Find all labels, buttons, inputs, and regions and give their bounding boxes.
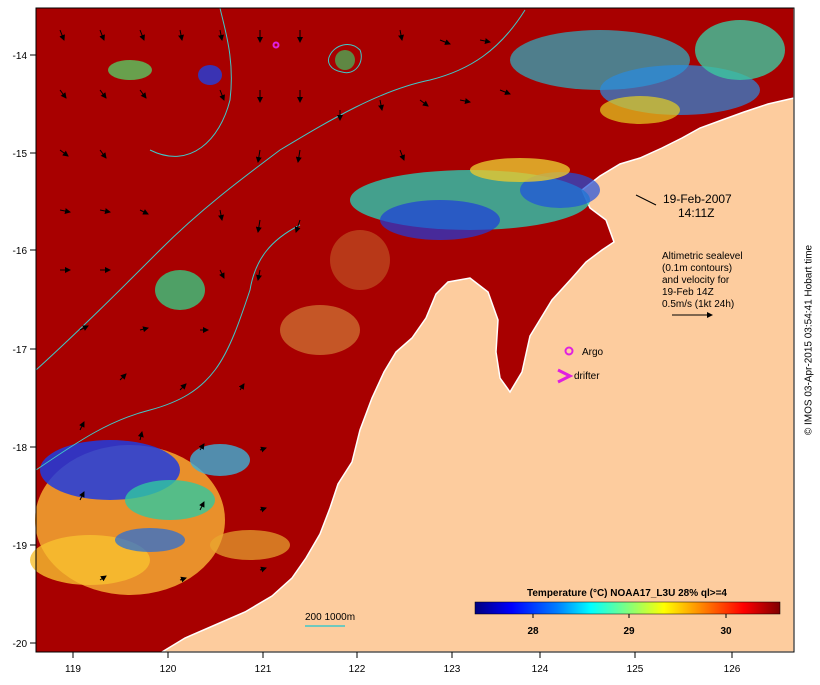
- altimetry-line-1: Altimetric sealevel: [662, 251, 743, 262]
- altimetry-line-4: 19-Feb 14Z: [662, 287, 714, 298]
- x-tick-122: 122: [349, 664, 366, 675]
- isobath-legend-label: 200 1000m: [305, 612, 355, 623]
- altimetry-line-5: 0.5m/s (1kt 24h): [662, 299, 734, 310]
- x-tick-120: 120: [160, 664, 177, 675]
- copyright-text: © IMOS 03-Apr-2015 03:54:41 Hobart time: [803, 244, 815, 436]
- x-tick-124: 124: [532, 664, 549, 675]
- colorbar-tick-30: 30: [720, 626, 732, 637]
- y-tick-17: -17: [13, 345, 28, 356]
- y-tick-16: -16: [13, 246, 28, 257]
- x-tick-123: 123: [444, 664, 461, 675]
- colorbar: [474, 601, 781, 615]
- altimetry-line-3: and velocity for: [662, 275, 730, 286]
- y-tick-19: -19: [13, 541, 28, 552]
- x-tick-119: 119: [65, 664, 81, 675]
- colorbar-title: Temperature (°C) NOAA17_L3U 28% ql>=4: [527, 588, 727, 599]
- x-tick-121: 121: [255, 664, 272, 675]
- map-date: 19-Feb-2007: [663, 192, 732, 206]
- x-axis-ticks: [72, 652, 733, 658]
- map-time: 14:11Z: [678, 206, 714, 220]
- y-tick-14: -14: [13, 51, 28, 62]
- colorbar-tick-28: 28: [527, 626, 539, 637]
- argo-legend-label: Argo: [582, 347, 604, 358]
- copyright-credit: © IMOS 03-Apr-2015 03:54:41 Hobart time: [802, 0, 816, 680]
- y-tick-18: -18: [13, 443, 28, 454]
- drifter-legend-label: drifter: [574, 371, 600, 382]
- x-tick-125: 125: [627, 664, 644, 675]
- y-tick-15: -15: [13, 149, 28, 160]
- x-tick-126: 126: [724, 664, 741, 675]
- y-tick-20: -20: [13, 639, 28, 650]
- sst-map: Argo drifter 19-Feb-2007 14:11Z Altimetr…: [0, 0, 820, 680]
- colorbar-tick-29: 29: [623, 626, 635, 637]
- altimetry-line-2: (0.1m contours): [662, 263, 732, 274]
